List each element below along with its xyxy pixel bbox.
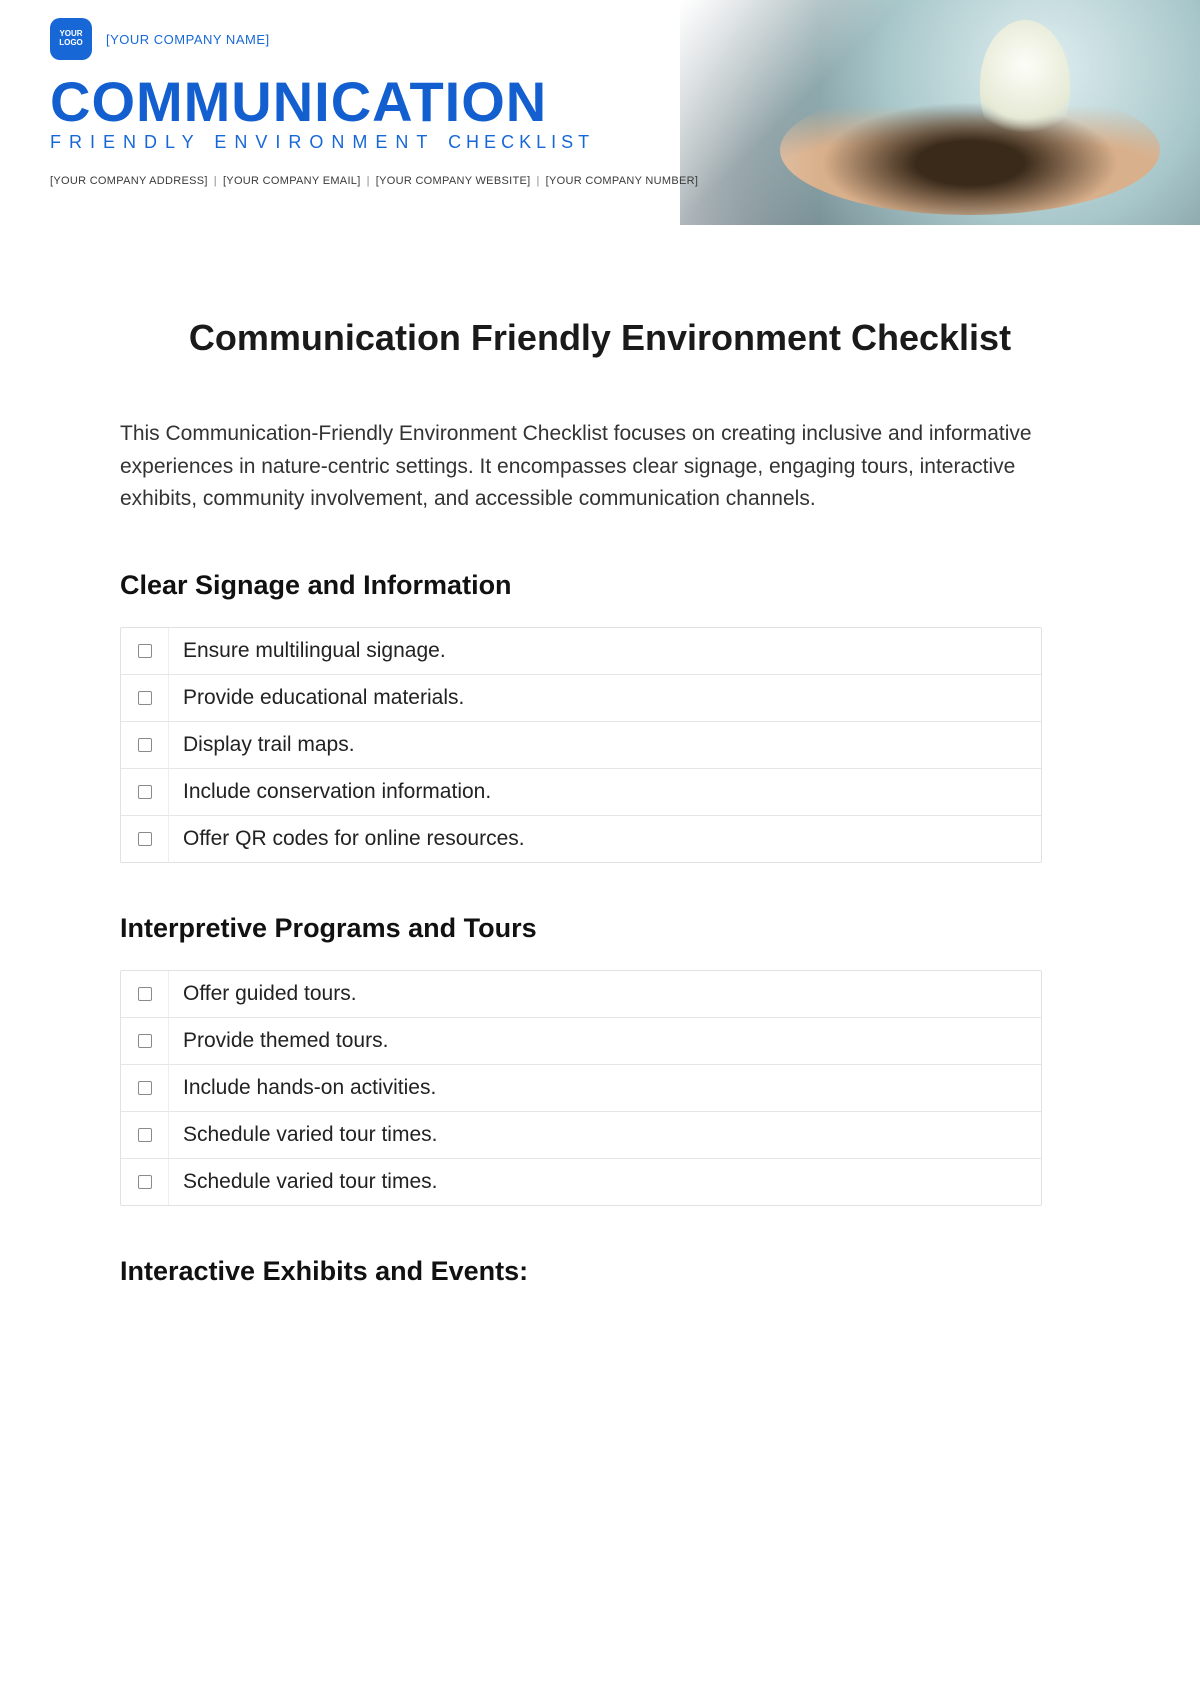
- banner-title: COMMUNICATION: [50, 74, 700, 130]
- banner-subtitle: FRIENDLY ENVIRONMENT CHECKLIST: [50, 132, 700, 153]
- banner-subtitle-a: FRIENDLY ENVIRONMENT: [50, 132, 435, 152]
- document-title: Communication Friendly Environment Check…: [120, 315, 1080, 360]
- checklist-row: Schedule varied tour times.: [121, 1159, 1041, 1205]
- checkbox-cell: [121, 1112, 169, 1158]
- checkbox[interactable]: [138, 691, 152, 705]
- checkbox-cell: [121, 769, 169, 815]
- checkbox-cell: [121, 1065, 169, 1111]
- checklist-row: Provide educational materials.: [121, 675, 1041, 722]
- checklist-row: Offer QR codes for online resources.: [121, 816, 1041, 862]
- company-number-placeholder: [YOUR COMPANY NUMBER]: [546, 175, 699, 187]
- checkbox-cell: [121, 722, 169, 768]
- document-body: Communication Friendly Environment Check…: [0, 225, 1200, 1353]
- checkbox[interactable]: [138, 644, 152, 658]
- checklist-row: Ensure multilingual signage.: [121, 628, 1041, 675]
- checkbox[interactable]: [138, 1175, 152, 1189]
- company-email-placeholder: [YOUR COMPANY EMAIL]: [223, 175, 361, 187]
- section-heading-exhibits: Interactive Exhibits and Events:: [120, 1256, 1080, 1287]
- header-banner: YOUR LOGO [YOUR COMPANY NAME] COMMUNICAT…: [0, 0, 1200, 225]
- checkbox[interactable]: [138, 1128, 152, 1142]
- checkbox-cell: [121, 675, 169, 721]
- checklist-item-text: Provide educational materials.: [169, 675, 1041, 721]
- checkbox-cell: [121, 1159, 169, 1205]
- checklist-item-text: Include hands-on activities.: [169, 1065, 1041, 1111]
- checklist-signage: Ensure multilingual signage. Provide edu…: [120, 627, 1042, 863]
- checklist-row: Schedule varied tour times.: [121, 1112, 1041, 1159]
- checklist-tours: Offer guided tours. Provide themed tours…: [120, 970, 1042, 1206]
- checklist-row: Offer guided tours.: [121, 971, 1041, 1018]
- checklist-item-text: Schedule varied tour times.: [169, 1112, 1041, 1158]
- checklist-item-text: Provide themed tours.: [169, 1018, 1041, 1064]
- hands-soil-image: [780, 85, 1160, 215]
- checkbox-cell: [121, 971, 169, 1017]
- banner-content: YOUR LOGO [YOUR COMPANY NAME] COMMUNICAT…: [0, 0, 700, 187]
- checkbox[interactable]: [138, 738, 152, 752]
- logo-placeholder: YOUR LOGO: [50, 18, 92, 60]
- checklist-row: Display trail maps.: [121, 722, 1041, 769]
- section-heading-tours: Interpretive Programs and Tours: [120, 913, 1080, 944]
- checkbox[interactable]: [138, 987, 152, 1001]
- company-address-placeholder: [YOUR COMPANY ADDRESS]: [50, 175, 208, 187]
- checklist-row: Include hands-on activities.: [121, 1065, 1041, 1112]
- checkbox[interactable]: [138, 785, 152, 799]
- banner-subtitle-b: CHECKLIST: [448, 132, 594, 152]
- checkbox[interactable]: [138, 1081, 152, 1095]
- checklist-row: Include conservation information.: [121, 769, 1041, 816]
- checklist-item-text: Offer guided tours.: [169, 971, 1041, 1017]
- company-website-placeholder: [YOUR COMPANY WEBSITE]: [376, 175, 531, 187]
- checklist-item-text: Ensure multilingual signage.: [169, 628, 1041, 674]
- checkbox-cell: [121, 816, 169, 862]
- logo-row: YOUR LOGO [YOUR COMPANY NAME]: [50, 18, 700, 60]
- checkbox-cell: [121, 1018, 169, 1064]
- checklist-item-text: Offer QR codes for online resources.: [169, 816, 1041, 862]
- checklist-item-text: Display trail maps.: [169, 722, 1041, 768]
- checklist-item-text: Schedule varied tour times.: [169, 1159, 1041, 1205]
- intro-paragraph: This Communication-Friendly Environment …: [120, 418, 1080, 516]
- checklist-item-text: Include conservation information.: [169, 769, 1041, 815]
- checklist-row: Provide themed tours.: [121, 1018, 1041, 1065]
- checkbox-cell: [121, 628, 169, 674]
- company-name-placeholder: [YOUR COMPANY NAME]: [106, 32, 270, 47]
- checkbox[interactable]: [138, 832, 152, 846]
- company-meta-row: [YOUR COMPANY ADDRESS]|[YOUR COMPANY EMA…: [50, 175, 700, 187]
- section-heading-signage: Clear Signage and Information: [120, 570, 1080, 601]
- lightbulb-plant-image: [980, 20, 1070, 150]
- checkbox[interactable]: [138, 1034, 152, 1048]
